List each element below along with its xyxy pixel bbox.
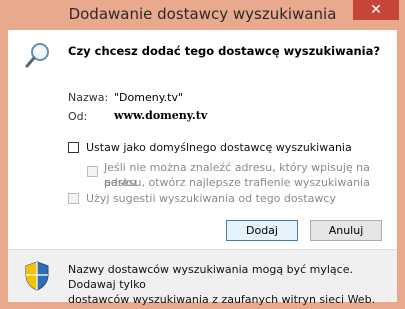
name-label: Nazwa: — [68, 91, 109, 104]
suggestions-checkbox[interactable] — [68, 193, 79, 204]
from-value: www.domeny.tv — [114, 109, 208, 122]
warning-line-1: Nazwy dostawców wyszukiwania mogą być my… — [68, 263, 353, 291]
window-title: Dodawanie dostawcy wyszukiwania — [68, 5, 337, 23]
dialog-window: Dodawanie dostawcy wyszukiwania ✕ Czy ch… — [0, 0, 405, 309]
best-match-checkbox[interactable] — [87, 166, 98, 177]
from-label: Od: — [68, 110, 88, 123]
security-shield-icon — [25, 261, 49, 291]
dialog-body: Czy chcesz dodać tego dostawcę wyszukiwa… — [8, 30, 397, 306]
close-button[interactable]: ✕ — [353, 0, 399, 20]
magnifier-icon — [25, 43, 49, 68]
suggestions-label: Użyj sugestii wyszukiwania od tego dosta… — [86, 192, 336, 205]
warning-text: Nazwy dostawców wyszukiwania mogą być my… — [68, 262, 388, 307]
add-button[interactable]: Dodaj — [226, 220, 298, 241]
close-icon: ✕ — [370, 2, 382, 18]
default-provider-checkbox[interactable] — [68, 142, 79, 153]
title-bar[interactable]: Dodawanie dostawcy wyszukiwania ✕ — [0, 0, 405, 30]
name-value: "Domeny.tv" — [114, 91, 184, 104]
cancel-button[interactable]: Anuluj — [310, 220, 382, 241]
best-match-label-line2: adresu, otwórz najlepsze trafienie wyszu… — [104, 176, 370, 189]
dialog-question: Czy chcesz dodać tego dostawcę wyszukiwa… — [68, 44, 381, 58]
default-provider-label[interactable]: Ustaw jako domyślnego dostawcę wyszukiwa… — [86, 140, 352, 155]
warning-line-2: dostawców wyszukiwania z zaufanych witry… — [68, 293, 376, 306]
warning-panel: Nazwy dostawców wyszukiwania mogą być my… — [8, 249, 397, 306]
